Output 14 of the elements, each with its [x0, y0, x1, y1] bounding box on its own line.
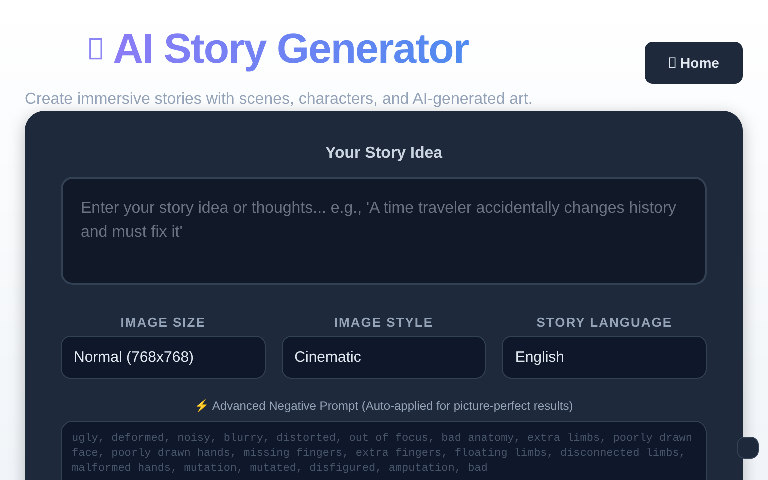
- story-idea-input[interactable]: Enter your story idea or thoughts... e.g., 'A time traveler accidentally changes history and must fix it': [61, 177, 707, 285]
- option-label: IMAGE STYLE: [333, 315, 435, 330]
- round-button[interactable]: [737, 437, 759, 459]
- box-icon: [668, 57, 676, 69]
- option-label: IMAGE SIZE: [120, 315, 207, 330]
- story-idea-label: Your Story Idea: [324, 145, 444, 163]
- option-label: STORY LANGUAGE: [536, 315, 674, 330]
- home-button[interactable]: Home: [645, 42, 743, 84]
- negative-prompt-label: ⚡ Advanced Negative Prompt (Auto-applied for picture-perfect results): [194, 399, 574, 413]
- option-dropdown[interactable]: Cinematic: [282, 336, 486, 379]
- box-icon: [89, 37, 104, 61]
- option-dropdown[interactable]: Normal (768x768): [61, 336, 266, 379]
- page-subtitle: Create immersive stories with scenes, characters, and AI-generated art.: [25, 91, 533, 109]
- option-dropdown[interactable]: English: [502, 336, 707, 379]
